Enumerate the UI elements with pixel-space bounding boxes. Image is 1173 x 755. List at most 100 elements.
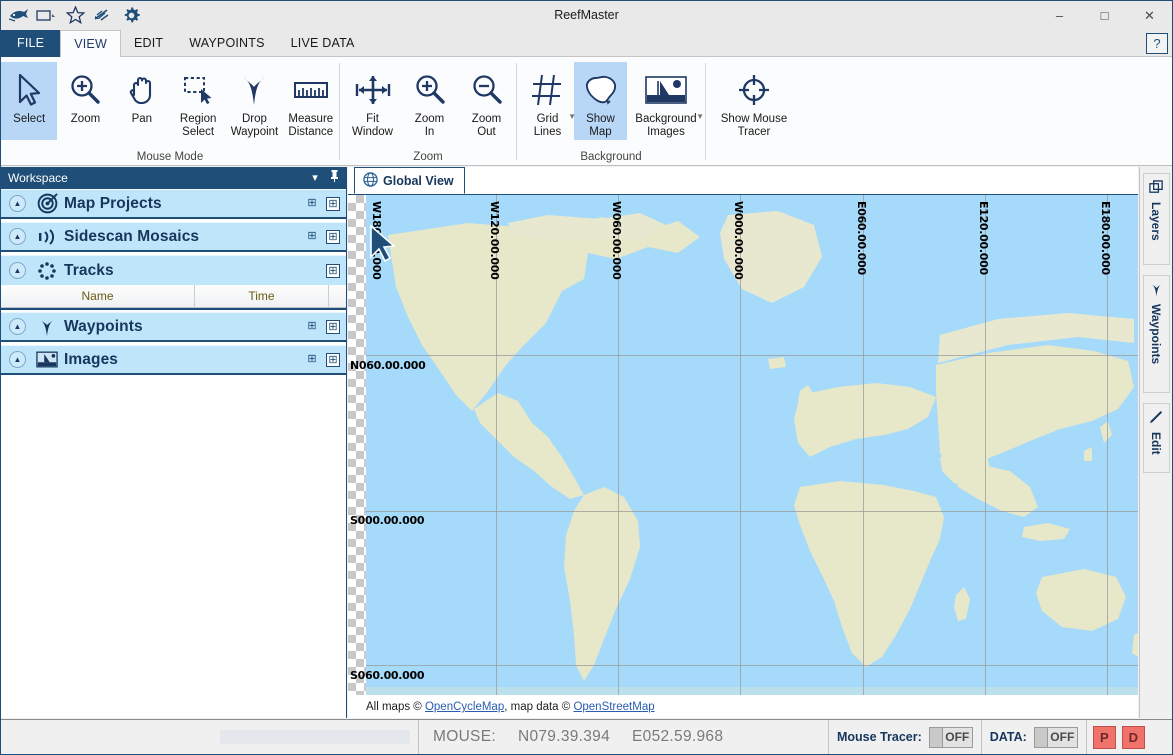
- status-data-cell: DATA: OFF: [982, 720, 1087, 754]
- ribbon-group-tracer: Show Mouse Tracer: [706, 57, 806, 166]
- ribbon-button-background-images[interactable]: Background Images ▼: [627, 62, 705, 140]
- gridline-lat-s060: [366, 665, 1138, 666]
- workspace-group-images[interactable]: ▲ Images ⊞ ⊞: [1, 345, 346, 375]
- close-button[interactable]: ✕: [1127, 1, 1172, 30]
- ribbon-button-zoom-in[interactable]: Zoom In: [401, 62, 458, 140]
- dock-tab-edit[interactable]: Edit: [1143, 403, 1170, 473]
- collapse-chevron-icon[interactable]: ▲: [9, 228, 26, 245]
- ribbon-group-name-background: Background: [517, 150, 705, 166]
- collapse-chevron-icon[interactable]: ▲: [9, 195, 26, 212]
- dock-tab-waypoints[interactable]: Waypoints: [1143, 275, 1170, 393]
- position-indicator-button[interactable]: P: [1093, 726, 1116, 749]
- document-tab-global-view[interactable]: Global View: [354, 167, 465, 194]
- tab-waypoints[interactable]: WAYPOINTS: [176, 30, 277, 57]
- tab-view[interactable]: VIEW: [60, 30, 121, 58]
- expand-all-button[interactable]: ⊞: [305, 230, 319, 244]
- map-lon-label-w000: W000.00.000: [732, 201, 745, 279]
- ribbon-button-zoom[interactable]: Zoom: [57, 62, 113, 140]
- sonar-wave-icon: [34, 227, 60, 247]
- opencyclemap-link[interactable]: OpenCycleMap: [425, 701, 504, 713]
- chevron-down-icon[interactable]: ▼: [696, 112, 704, 121]
- help-button[interactable]: ?: [1146, 33, 1168, 54]
- minimize-button[interactable]: –: [1037, 1, 1082, 30]
- workspace-group-actions: ⊞ ⊞: [305, 197, 340, 211]
- workspace-group-actions: ⊞ ⊞: [305, 320, 340, 334]
- data-label: DATA:: [990, 730, 1027, 744]
- mouse-coordinates-label: MOUSE:: [433, 728, 496, 746]
- crosshair-target-icon: [736, 69, 772, 111]
- map-canvas[interactable]: W180.00.000 W120.00.000 W060.00.000 W000…: [348, 195, 1138, 717]
- ribbon-label-zoom: Zoom: [71, 113, 100, 126]
- data-toggle[interactable]: OFF: [1034, 727, 1078, 748]
- ribbon-button-show-mouse-tracer[interactable]: Show Mouse Tracer: [712, 62, 796, 140]
- ribbon-button-select[interactable]: Select: [1, 62, 57, 140]
- ribbon-button-grid-lines[interactable]: Grid Lines ▼: [521, 62, 574, 140]
- maximize-button[interactable]: □: [1082, 1, 1127, 30]
- expand-all-button[interactable]: ⊞: [305, 197, 319, 211]
- ribbon-button-show-map[interactable]: Show Map: [574, 62, 627, 140]
- workspace-menu-caret-icon[interactable]: ▾: [306, 167, 324, 189]
- tracks-group-underline: [1, 308, 346, 310]
- application-window: ReefMaster – □ ✕ FILE VIEW EDIT WAYPOINT…: [0, 0, 1173, 755]
- ribbon-button-pan[interactable]: Pan: [114, 62, 170, 140]
- expand-all-button[interactable]: ⊞: [305, 320, 319, 334]
- gridline-lat-n060: [366, 355, 1138, 356]
- title-bar: ReefMaster – □ ✕: [1, 1, 1172, 30]
- map-continent-icon: [580, 69, 620, 111]
- data-indicator-button[interactable]: D: [1122, 726, 1145, 749]
- collapse-chevron-icon[interactable]: ▲: [9, 351, 26, 368]
- tab-live-data[interactable]: LIVE DATA: [278, 30, 368, 57]
- workspace-group-sidescan-mosaics[interactable]: ▲ Sidescan Mosaics ⊞ ⊞: [1, 222, 346, 252]
- add-item-button[interactable]: ⊞: [326, 320, 340, 334]
- add-item-button[interactable]: ⊞: [326, 230, 340, 244]
- tab-edit[interactable]: EDIT: [121, 30, 176, 57]
- ribbon-label-zoom-out: Zoom Out: [472, 113, 501, 138]
- expand-all-button[interactable]: ⊞: [305, 353, 319, 367]
- status-bar: MOUSE: N079.39.394 E052.59.968 Mouse Tra…: [1, 719, 1172, 754]
- tab-file[interactable]: FILE: [1, 30, 60, 57]
- toggle-knob: [1035, 728, 1048, 747]
- add-item-button[interactable]: ⊞: [326, 264, 340, 278]
- collapse-chevron-icon[interactable]: ▲: [9, 318, 26, 335]
- window-controls: – □ ✕: [1037, 1, 1172, 30]
- gridline-lat-s000: [366, 511, 1138, 512]
- workspace-group-label: Sidescan Mosaics: [64, 228, 199, 246]
- globe-icon: [363, 172, 378, 190]
- workspace-group-map-projects[interactable]: ▲ Map Projects ⊞ ⊞: [1, 189, 346, 219]
- ribbon-label-pan: Pan: [132, 113, 152, 126]
- dock-tab-layers[interactable]: Layers: [1143, 173, 1170, 265]
- ribbon-button-measure-distance[interactable]: Measure Distance: [283, 62, 339, 140]
- workspace-title-bar: Workspace ▾: [1, 167, 346, 189]
- workspace-group-actions: ⊞ ⊞: [305, 353, 340, 367]
- column-header-filler: [329, 285, 346, 307]
- magnifier-plus-icon: [413, 69, 447, 111]
- workspace-group-waypoints[interactable]: ▲ Waypoints ⊞ ⊞: [1, 312, 346, 342]
- map-lon-label-e120: E120.00.000: [977, 201, 990, 275]
- ribbon-button-region-select[interactable]: Region Select: [170, 62, 226, 140]
- add-item-button[interactable]: ⊞: [326, 353, 340, 367]
- magnifier-plus-icon: [68, 69, 102, 111]
- workspace-pin-icon[interactable]: [325, 167, 343, 189]
- waypoint-pin-icon: [34, 317, 60, 337]
- workspace-group-actions: ⊞ ⊞: [305, 230, 340, 244]
- workspace-group-tracks[interactable]: ▲ Tracks ⊞: [1, 255, 346, 285]
- ribbon-group-name-mouse-mode: Mouse Mode: [1, 150, 339, 166]
- collapse-chevron-icon[interactable]: ▲: [9, 262, 26, 279]
- ribbon-button-zoom-out[interactable]: Zoom Out: [458, 62, 515, 140]
- openstreetmap-link[interactable]: OpenStreetMap: [573, 701, 654, 713]
- add-item-button[interactable]: ⊞: [326, 197, 340, 211]
- grid-lines-icon: [530, 69, 564, 111]
- background-image-icon: [644, 69, 688, 111]
- mouse-tracer-toggle[interactable]: OFF: [929, 727, 973, 748]
- chevron-down-icon[interactable]: ▼: [568, 112, 576, 121]
- ribbon-button-fit-window[interactable]: Fit Window: [344, 62, 401, 140]
- mouse-tracer-value: OFF: [943, 728, 972, 747]
- column-header-name[interactable]: Name: [1, 285, 195, 307]
- layers-icon: [1149, 180, 1164, 198]
- ribbon: Select Zoom: [1, 57, 1172, 166]
- ribbon-tabs: FILE VIEW EDIT WAYPOINTS LIVE DATA: [1, 30, 1172, 57]
- ribbon-button-drop-waypoint[interactable]: Drop Waypoint: [226, 62, 282, 140]
- attribution-middle: , map data ©: [504, 701, 573, 713]
- column-header-time[interactable]: Time: [195, 285, 329, 307]
- ribbon-tab-strip: FILE VIEW EDIT WAYPOINTS LIVE DATA ?: [1, 30, 1172, 57]
